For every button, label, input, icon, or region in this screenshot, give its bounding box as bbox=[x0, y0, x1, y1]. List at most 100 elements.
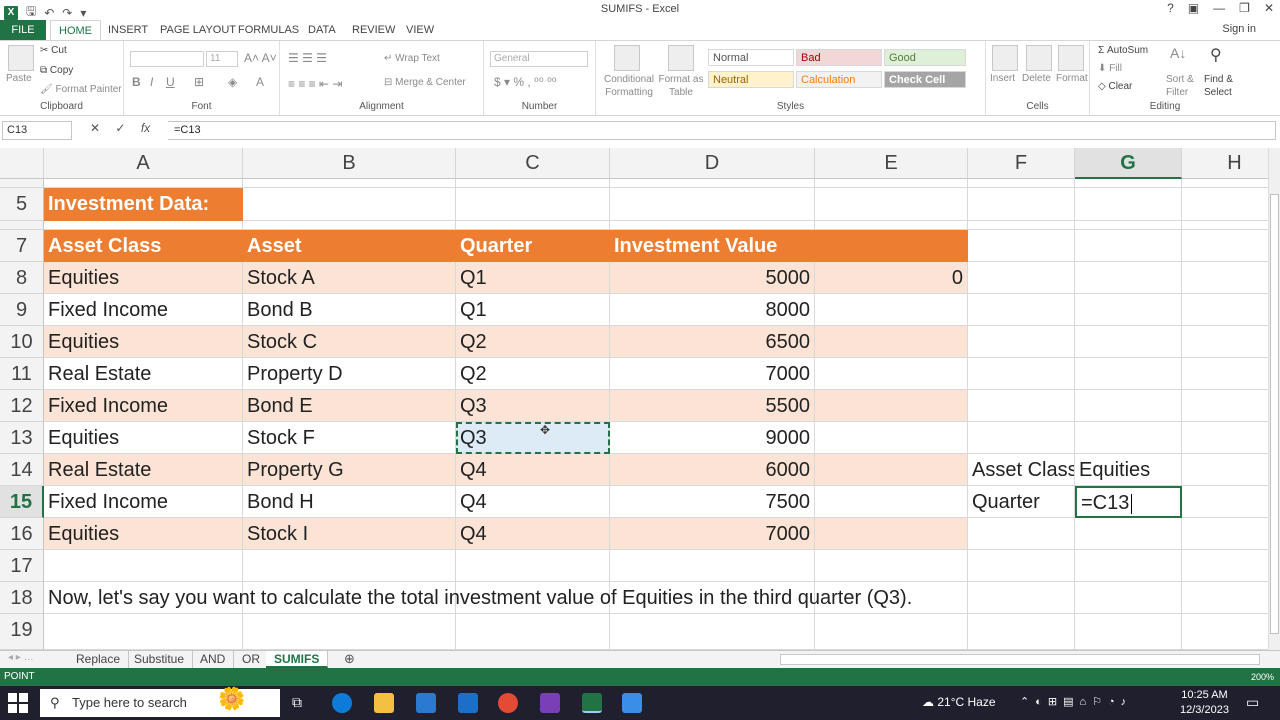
windows-start-icon[interactable] bbox=[8, 693, 28, 713]
table-cell[interactable]: Stock A bbox=[243, 262, 456, 294]
task-view-icon[interactable]: ⧉ bbox=[292, 694, 302, 711]
grid-cell[interactable] bbox=[1182, 614, 1268, 650]
grid-cell[interactable] bbox=[1075, 188, 1182, 221]
table-cell[interactable]: 7000 bbox=[610, 358, 815, 390]
grid-cell[interactable] bbox=[1075, 422, 1182, 454]
wrap-text-button[interactable]: ↵ Wrap Text bbox=[384, 53, 440, 64]
close-button[interactable]: ✕ bbox=[1264, 1, 1274, 15]
table-cell[interactable] bbox=[815, 486, 968, 518]
row-header-9[interactable]: 9 bbox=[0, 294, 44, 326]
grid-cell[interactable] bbox=[1182, 221, 1268, 230]
vertical-scrollbar[interactable] bbox=[1268, 148, 1280, 650]
table-cell[interactable]: Bond E bbox=[243, 390, 456, 422]
table-cell[interactable]: Equities bbox=[44, 518, 243, 550]
style-normal[interactable]: Normal bbox=[708, 49, 794, 66]
grid-cell[interactable] bbox=[968, 390, 1075, 422]
sheet-tab-substitue[interactable]: Substitue bbox=[126, 651, 194, 668]
grid-cell[interactable] bbox=[1075, 582, 1182, 614]
sheet-tab-replace[interactable]: Replace bbox=[68, 651, 130, 668]
style-neutral[interactable]: Neutral bbox=[708, 71, 794, 88]
table-cell[interactable]: Equities bbox=[44, 422, 243, 454]
zoom-level[interactable]: 200% bbox=[1251, 668, 1274, 686]
table-cell[interactable]: 8000 bbox=[610, 294, 815, 326]
table-cell[interactable]: Q1 bbox=[456, 262, 610, 294]
cell-a5-title[interactable]: Investment Data: bbox=[44, 188, 243, 221]
fill-button[interactable]: ⬇ Fill bbox=[1098, 63, 1122, 74]
grid-cell[interactable] bbox=[1182, 518, 1268, 550]
grid-cell[interactable] bbox=[1075, 550, 1182, 582]
cell-f14-label[interactable]: Asset Class bbox=[968, 454, 1075, 486]
header-asset[interactable]: Asset bbox=[243, 230, 456, 262]
table-cell[interactable]: Bond H bbox=[243, 486, 456, 518]
grid-cell[interactable] bbox=[610, 550, 815, 582]
grid-cell[interactable] bbox=[1182, 179, 1268, 188]
table-cell[interactable]: Property G bbox=[243, 454, 456, 486]
grid-cell[interactable] bbox=[1182, 550, 1268, 582]
col-header-b[interactable]: B bbox=[243, 148, 456, 179]
table-cell[interactable]: Q2 bbox=[456, 326, 610, 358]
table-cell[interactable]: 9000 bbox=[610, 422, 815, 454]
row-header-5[interactable]: 5 bbox=[0, 188, 44, 221]
grid-cell[interactable] bbox=[968, 358, 1075, 390]
row-header-14[interactable]: 14 bbox=[0, 454, 44, 486]
grid-cell[interactable] bbox=[815, 188, 968, 221]
style-bad[interactable]: Bad bbox=[796, 49, 882, 66]
table-cell[interactable]: Q4 bbox=[456, 518, 610, 550]
table-cell[interactable]: 5000 bbox=[610, 262, 815, 294]
row-header-10[interactable]: 10 bbox=[0, 326, 44, 358]
table-cell[interactable]: Q2 bbox=[456, 358, 610, 390]
chrome-icon[interactable] bbox=[498, 693, 518, 713]
copy-button[interactable]: ⧉ Copy bbox=[40, 65, 73, 76]
grid-cell[interactable] bbox=[1075, 230, 1182, 262]
table-cell[interactable]: Stock F bbox=[243, 422, 456, 454]
header-quarter[interactable]: Quarter bbox=[456, 230, 610, 262]
grid-cell[interactable] bbox=[456, 188, 610, 221]
grid-cell[interactable] bbox=[1075, 358, 1182, 390]
grid-cell[interactable] bbox=[1182, 358, 1268, 390]
grid-cell[interactable] bbox=[243, 188, 456, 221]
autosum-button[interactable]: Σ AutoSum bbox=[1098, 45, 1148, 56]
table-cell[interactable]: Fixed Income bbox=[44, 390, 243, 422]
tab-file[interactable]: FILE bbox=[0, 20, 46, 40]
tab-data[interactable]: DATA bbox=[300, 20, 344, 40]
table-cell[interactable] bbox=[815, 454, 968, 486]
merge-center-button[interactable]: ⊟ Merge & Center bbox=[384, 77, 466, 88]
grid-cell[interactable] bbox=[1182, 294, 1268, 326]
col-header-h[interactable]: H bbox=[1182, 148, 1268, 179]
video-editor-icon[interactable] bbox=[540, 693, 560, 713]
grid-cell[interactable] bbox=[243, 614, 456, 650]
header-empty-e[interactable] bbox=[815, 230, 968, 262]
insert-button[interactable]: Insert bbox=[990, 73, 1015, 84]
row-header-16[interactable]: 16 bbox=[0, 518, 44, 550]
grid-cell[interactable] bbox=[1075, 518, 1182, 550]
grid-cell[interactable] bbox=[1182, 390, 1268, 422]
worksheet-grid[interactable]: A B C D E F G H 5 7 8 9 10 11 12 13 14 1… bbox=[0, 148, 1268, 650]
format-as-table-button[interactable]: Format as Table bbox=[658, 73, 704, 99]
grid-cell[interactable] bbox=[1182, 422, 1268, 454]
grid-cell[interactable] bbox=[243, 221, 456, 230]
grid-cell[interactable] bbox=[968, 550, 1075, 582]
ribbon-display-button[interactable]: ▣ bbox=[1188, 1, 1199, 15]
col-header-c[interactable]: C bbox=[456, 148, 610, 179]
grid-cell[interactable] bbox=[456, 179, 610, 188]
table-cell[interactable]: Equities bbox=[44, 326, 243, 358]
grid-cell[interactable] bbox=[456, 221, 610, 230]
row-header-6[interactable] bbox=[0, 221, 44, 230]
table-cell[interactable]: 7500 bbox=[610, 486, 815, 518]
table-cell[interactable]: 6000 bbox=[610, 454, 815, 486]
store-icon[interactable] bbox=[416, 693, 436, 713]
edge-icon[interactable] bbox=[332, 693, 352, 713]
col-header-a[interactable]: A bbox=[44, 148, 243, 179]
cut-button[interactable]: ✂ Cut bbox=[40, 45, 67, 56]
file-explorer-icon[interactable] bbox=[374, 693, 394, 713]
grid-cell[interactable] bbox=[968, 230, 1075, 262]
table-cell[interactable]: Real Estate bbox=[44, 358, 243, 390]
grid-cell[interactable] bbox=[968, 518, 1075, 550]
sheet-tab-or[interactable]: OR bbox=[234, 651, 269, 668]
grid-cell[interactable] bbox=[610, 614, 815, 650]
minimize-button[interactable]: — bbox=[1213, 1, 1225, 15]
grid-cell[interactable] bbox=[1075, 179, 1182, 188]
grid-cell[interactable] bbox=[1182, 454, 1268, 486]
grid-cell[interactable] bbox=[968, 422, 1075, 454]
grow-font-icon[interactable]: A˄ A˅ bbox=[244, 51, 277, 65]
